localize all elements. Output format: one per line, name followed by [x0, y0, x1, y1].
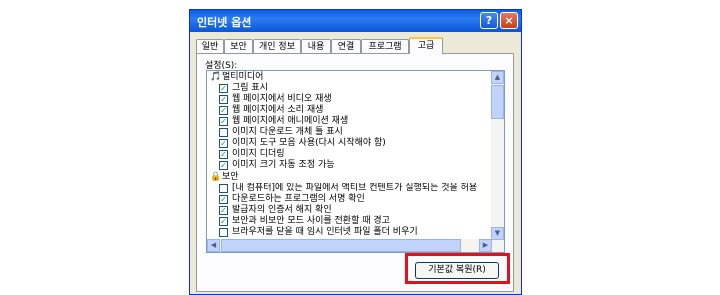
- title-bar[interactable]: 인터넷 옵션 ? ×: [190, 10, 521, 32]
- checkbox[interactable]: ✓: [219, 150, 228, 159]
- checkbox[interactable]: ✓: [219, 195, 228, 204]
- setting-label: 발급자의 인증서 해지 확인: [232, 205, 332, 215]
- window-title: 인터넷 옵션: [197, 16, 252, 29]
- setting-label: 웹 페이지에서 애니메이션 재생: [232, 116, 349, 126]
- setting-item[interactable]: ✓ 이미지 크기 자동 조정 가능: [207, 160, 493, 171]
- setting-item[interactable]: ✓ 이미지 도구 모음 사용(다시 시작해야 함): [207, 138, 493, 149]
- setting-label: 브라우저를 닫을 때 임시 인터넷 파일 폴더 비우기: [232, 227, 418, 237]
- horizontal-scroll-thumb[interactable]: [221, 239, 461, 252]
- tab-advanced[interactable]: 고급: [409, 37, 443, 54]
- setting-item[interactable]: ✓ 이미지 디더링: [207, 149, 493, 160]
- setting-label: 이미지 도구 모음 사용(다시 시작해야 함): [232, 138, 386, 148]
- setting-label: 웹 페이지에서 소리 재생: [232, 105, 324, 115]
- group-label: 보안: [222, 172, 239, 182]
- setting-item[interactable]: 브라우저를 닫을 때 임시 인터넷 파일 폴더 비우기: [207, 227, 493, 238]
- checkbox[interactable]: ✓: [219, 139, 228, 148]
- red-highlight-box: [405, 253, 510, 284]
- vertical-scrollbar[interactable]: ▲ ▼: [491, 71, 504, 252]
- setting-item[interactable]: [내 컴퓨터]에 있는 파일에서 액티브 컨텐트가 실행되는 것을 허용: [207, 183, 493, 194]
- horizontal-scrollbar[interactable]: ◀ ▶: [207, 239, 492, 252]
- vertical-scroll-thumb[interactable]: [491, 85, 504, 119]
- tab-general[interactable]: 일반: [196, 39, 224, 53]
- setting-item[interactable]: ✓ 웹 페이지에서 비디오 재생: [207, 94, 493, 105]
- scroll-down-icon[interactable]: ▼: [491, 227, 504, 240]
- checkbox[interactable]: ✓: [219, 106, 228, 115]
- checkbox[interactable]: ✓: [219, 117, 228, 126]
- setting-item[interactable]: ✓ 다운로드하는 프로그램의 서명 확인: [207, 194, 493, 205]
- checkbox[interactable]: ✓: [219, 84, 228, 93]
- group-label: 멀티미디어: [222, 72, 264, 82]
- scroll-right-icon[interactable]: ▶: [479, 239, 492, 252]
- checkbox[interactable]: [219, 128, 228, 137]
- setting-item[interactable]: 이미지 다운로드 개체 틀 표시: [207, 127, 493, 138]
- setting-item[interactable]: ✓ 웹 페이지에서 애니메이션 재생: [207, 116, 493, 127]
- setting-label: 이미지 다운로드 개체 틀 표시: [232, 127, 343, 137]
- setting-label: 이미지 디더링: [232, 149, 285, 159]
- close-button[interactable]: ×: [500, 12, 518, 29]
- tab-connections[interactable]: 연결: [331, 39, 361, 53]
- setting-item[interactable]: ✓ 발급자의 인증서 해지 확인: [207, 205, 493, 216]
- checkbox[interactable]: ✓: [219, 161, 228, 170]
- setting-item[interactable]: ✓ 그림 표시: [207, 83, 493, 94]
- tab-content[interactable]: 내용: [301, 39, 331, 53]
- tab-privacy[interactable]: 개인 정보: [253, 39, 301, 53]
- setting-label: [내 컴퓨터]에 있는 파일에서 액티브 컨텐트가 실행되는 것을 허용: [232, 183, 478, 193]
- settings-listbox[interactable]: 🎵 멀티미디어 ✓ 그림 표시 ✓ 웹 페이지에서 비디오 재생 ✓ 웹 페이지…: [206, 70, 505, 253]
- setting-label: 이미지 크기 자동 조정 가능: [232, 160, 335, 170]
- checkbox[interactable]: [219, 228, 228, 237]
- scroll-left-icon[interactable]: ◀: [207, 239, 220, 252]
- help-button[interactable]: ?: [480, 12, 498, 29]
- lock-icon: 🔒: [210, 172, 222, 182]
- checkbox[interactable]: [219, 184, 228, 193]
- setting-label: 그림 표시: [232, 83, 268, 93]
- checkbox[interactable]: ✓: [219, 206, 228, 215]
- scroll-up-icon[interactable]: ▲: [491, 71, 504, 84]
- checkbox[interactable]: ✓: [219, 95, 228, 104]
- setting-label: 보안과 비보안 모드 사이를 전환할 때 경고: [232, 216, 390, 226]
- setting-label: 다운로드하는 프로그램의 서명 확인: [232, 194, 365, 204]
- setting-item[interactable]: ✓ 웹 페이지에서 소리 재생: [207, 105, 493, 116]
- setting-label: 웹 페이지에서 비디오 재생: [232, 94, 332, 104]
- group-multimedia: 🎵 멀티미디어: [207, 72, 493, 83]
- multimedia-icon: 🎵: [210, 72, 222, 82]
- tab-security[interactable]: 보안: [224, 39, 253, 53]
- tab-programs[interactable]: 프로그램: [361, 39, 409, 53]
- group-security: 🔒 보안: [207, 172, 493, 183]
- checkbox[interactable]: ✓: [219, 217, 228, 226]
- setting-item[interactable]: ✓ 보안과 비보안 모드 사이를 전환할 때 경고: [207, 216, 493, 227]
